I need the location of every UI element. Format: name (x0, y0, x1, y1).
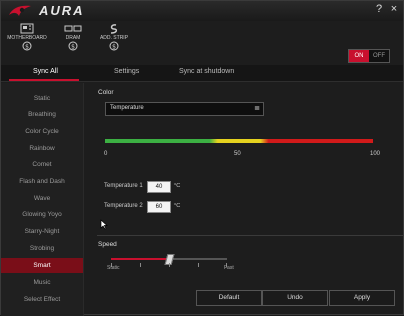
motherboard-icon (20, 23, 34, 34)
sidebar-item-flash-and-dash[interactable]: Flash and Dash (1, 174, 83, 189)
speed-slider-fill (111, 258, 169, 260)
sidebar-item-static[interactable]: Static (1, 91, 83, 106)
scale-min-label: 0 (104, 151, 108, 157)
temperature2-unit: °C (174, 203, 181, 209)
scale-max-label: 100 (370, 151, 381, 157)
active-tab-indicator (9, 79, 79, 81)
speed-max-label: Fast (224, 265, 234, 271)
device-dram-label: DRAM (65, 35, 81, 41)
sidebar-item-music[interactable]: Music (1, 275, 83, 290)
close-button[interactable]: × (388, 3, 400, 15)
sidebar-item-color-cycle[interactable]: Color Cycle (1, 124, 83, 139)
speed-tick (140, 263, 141, 267)
temperature2-input[interactable]: 60 (147, 201, 171, 213)
app-title: AURA (39, 3, 85, 18)
power-toggle[interactable]: ON OFF (348, 49, 390, 63)
sidebar-item-strobing[interactable]: Strobing (1, 241, 83, 256)
led-strip-icon (110, 24, 118, 34)
sidebar-item-glowing-yoyo[interactable]: Glowing Yoyo (1, 207, 83, 222)
device-addressable-strip-label: ADD. STRIP (99, 35, 129, 41)
tab-sync-all[interactable]: Sync All (33, 68, 58, 75)
device-bar: MOTHERBOARD $ DRAM $ ADD. STRIP $ (1, 23, 403, 63)
apply-button[interactable]: Apply (329, 290, 395, 306)
speed-tick (198, 263, 199, 267)
sidebar-item-smart[interactable]: Smart (1, 258, 83, 273)
sidebar-item-wave[interactable]: Wave (1, 191, 83, 206)
dram-icon (64, 25, 82, 32)
color-section-label: Color (98, 89, 114, 96)
color-mode-select[interactable]: Temperature ≣ (105, 102, 264, 116)
temperature-gradient-bar (105, 139, 373, 143)
title-bar: AURA ? × (1, 1, 403, 21)
tab-sync-at-shutdown[interactable]: Sync at shutdown (179, 68, 234, 75)
device-dram[interactable]: DRAM $ (53, 23, 93, 51)
sidebar-item-starry-night[interactable]: Starry-Night (1, 224, 83, 239)
color-mode-select-value: Temperature (110, 105, 144, 111)
speed-section-label: Speed (98, 241, 117, 248)
svg-text:$: $ (71, 44, 75, 51)
chevron-down-icon: ≣ (254, 105, 260, 112)
sidebar-item-select-effect[interactable]: Select Effect (1, 292, 83, 307)
aura-window: AURA ? × MOTHERBOARD $ DRAM $ ADD. STRIP (0, 0, 404, 316)
mouse-cursor-icon (100, 219, 108, 230)
svg-text:$: $ (25, 44, 29, 51)
temperature2-label: Temperature 2 (104, 203, 143, 209)
temperature1-label: Temperature 1 (104, 183, 143, 189)
effects-sidebar: Static Breathing Color Cycle Rainbow Com… (1, 83, 84, 316)
svg-text:$: $ (112, 44, 116, 51)
help-button[interactable]: ? (373, 3, 385, 15)
sync-dollar-icon: $ (22, 41, 32, 51)
temperature1-unit: °C (174, 183, 181, 189)
device-motherboard[interactable]: MOTHERBOARD $ (7, 23, 47, 51)
device-addressable-strip[interactable]: ADD. STRIP $ (94, 23, 134, 51)
sync-dollar-icon: $ (68, 41, 78, 51)
scale-mid-label: 50 (234, 151, 241, 157)
tab-settings[interactable]: Settings (114, 68, 139, 75)
rog-logo-icon (9, 5, 31, 16)
device-motherboard-label: MOTHERBOARD (7, 35, 47, 41)
sidebar-item-comet[interactable]: Comet (1, 157, 83, 172)
effect-settings-panel: Color Temperature ≣ 0 50 100 Temperature… (85, 83, 403, 316)
sidebar-item-breathing[interactable]: Breathing (1, 107, 83, 122)
undo-button[interactable]: Undo (262, 290, 328, 306)
toggle-off-label: OFF (373, 53, 385, 59)
speed-tick (169, 263, 170, 267)
tab-bar: Sync All Settings Sync at shutdown (1, 65, 403, 82)
toggle-on-label: ON (349, 50, 369, 62)
default-button[interactable]: Default (196, 290, 262, 306)
section-divider (97, 235, 403, 236)
sync-dollar-icon: $ (109, 41, 119, 51)
sidebar-item-rainbow[interactable]: Rainbow (1, 141, 83, 156)
temperature1-input[interactable]: 40 (147, 181, 171, 193)
speed-min-label: Static (107, 265, 120, 271)
